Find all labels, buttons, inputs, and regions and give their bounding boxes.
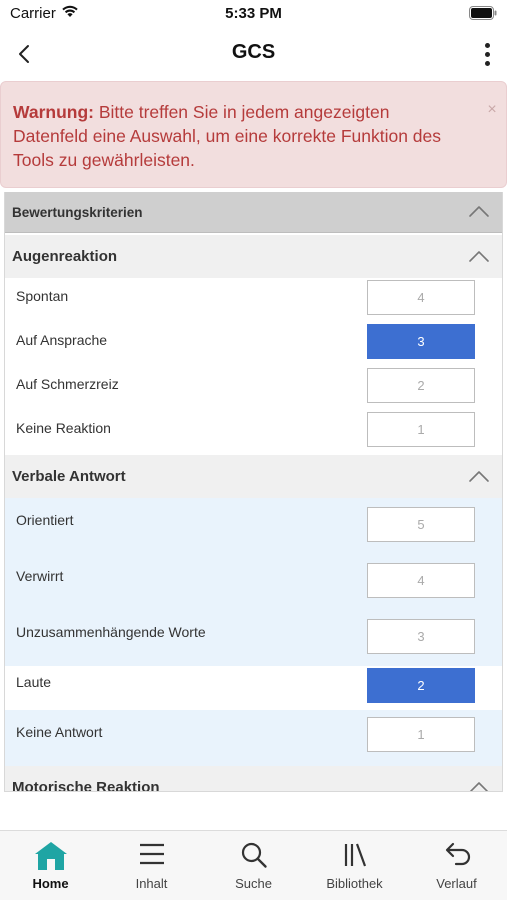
more-dot-icon bbox=[484, 60, 490, 66]
score-option[interactable]: 3 bbox=[367, 619, 475, 654]
option-label: Spontan bbox=[16, 288, 69, 304]
option-row: Keine Antwort 1 bbox=[5, 710, 502, 766]
tab-bar: Home Inhalt Suche Bibliothek Verlauf bbox=[0, 830, 507, 900]
score-option[interactable]: 4 bbox=[367, 563, 475, 598]
option-label: Laute bbox=[16, 674, 52, 690]
alert-label: Warnung: bbox=[13, 102, 94, 122]
tab-home[interactable]: Home bbox=[0, 831, 101, 900]
option-label: Auf Schmerzreiz bbox=[16, 376, 119, 392]
more-dot-icon bbox=[484, 51, 490, 57]
tab-label: Home bbox=[32, 876, 69, 891]
option-label: Auf Ansprache bbox=[16, 332, 108, 348]
option-label: Orientiert bbox=[16, 512, 74, 528]
tab-label: Verlauf bbox=[436, 876, 477, 891]
option-row: Auf Ansprache 3 bbox=[5, 322, 502, 366]
section-header-verbale-antwort[interactable]: Verbale Antwort bbox=[5, 455, 502, 498]
score-option[interactable]: 1 bbox=[367, 412, 475, 447]
warning-alert: Warnung: Bitte treffen Sie in jedem ange… bbox=[0, 81, 507, 188]
criteria-header-label: Bewertungskriterien bbox=[12, 204, 143, 220]
assessment-panel[interactable]: Bewertungskriterien Augenreaktion Sponta… bbox=[4, 192, 503, 792]
section-header-augenreaktion[interactable]: Augenreaktion bbox=[5, 235, 502, 278]
section-header-motorische-reaktion[interactable]: Motorische Reaktion bbox=[5, 766, 502, 792]
option-row: Spontan 4 bbox=[5, 278, 502, 322]
search-icon bbox=[203, 841, 304, 869]
section-title: Verbale Antwort bbox=[12, 468, 126, 485]
battery-icon bbox=[469, 6, 497, 25]
library-icon bbox=[304, 841, 405, 869]
chevron-up-icon bbox=[469, 250, 489, 262]
tab-inhalt[interactable]: Inhalt bbox=[101, 831, 202, 900]
option-row: Verwirrt 4 bbox=[5, 554, 502, 610]
option-row: Auf Schmerzreiz 2 bbox=[5, 366, 502, 410]
menu-icon bbox=[101, 841, 202, 869]
tab-label: Inhalt bbox=[135, 876, 168, 891]
score-option[interactable]: 4 bbox=[367, 280, 475, 315]
option-row: Laute 2 bbox=[5, 666, 502, 710]
section-title: Motorische Reaktion bbox=[12, 779, 160, 792]
home-icon bbox=[0, 841, 101, 870]
more-options-button[interactable] bbox=[475, 36, 499, 72]
criteria-header[interactable]: Bewertungskriterien bbox=[5, 192, 502, 233]
score-option[interactable]: 1 bbox=[367, 717, 475, 752]
tab-suche[interactable]: Suche bbox=[203, 831, 304, 900]
more-dot-icon bbox=[484, 42, 490, 48]
section-title: Augenreaktion bbox=[12, 248, 118, 265]
score-option[interactable]: 5 bbox=[367, 507, 475, 542]
score-option[interactable]: 2 bbox=[367, 368, 475, 403]
option-label: Unzusammenhängende Worte bbox=[16, 624, 206, 640]
option-row: Keine Reaktion 1 bbox=[5, 410, 502, 455]
chevron-up-icon bbox=[469, 206, 489, 217]
option-row: Unzusammenhängende Worte 3 bbox=[5, 610, 502, 666]
tab-verlauf[interactable]: Verlauf bbox=[406, 831, 507, 900]
score-option[interactable]: 3 bbox=[367, 324, 475, 359]
page-title: GCS bbox=[231, 41, 276, 63]
chevron-up-icon bbox=[469, 470, 489, 482]
option-row: Orientiert 5 bbox=[5, 498, 502, 554]
status-time: 5:33 PM bbox=[225, 5, 282, 22]
option-label: Keine Reaktion bbox=[16, 420, 111, 436]
navigation-bar: GCS bbox=[0, 28, 507, 80]
tab-bibliothek[interactable]: Bibliothek bbox=[304, 831, 405, 900]
tab-label: Bibliothek bbox=[326, 876, 383, 891]
undo-icon bbox=[406, 841, 507, 869]
chevron-up-icon bbox=[469, 781, 489, 791]
option-label: Verwirrt bbox=[16, 568, 64, 584]
status-bar: Carrier 5:33 PM bbox=[0, 0, 507, 28]
score-option[interactable]: 2 bbox=[367, 668, 475, 703]
option-label: Keine Antwort bbox=[16, 724, 103, 740]
alert-close-button[interactable]: × bbox=[484, 102, 500, 118]
tab-label: Suche bbox=[235, 876, 272, 891]
